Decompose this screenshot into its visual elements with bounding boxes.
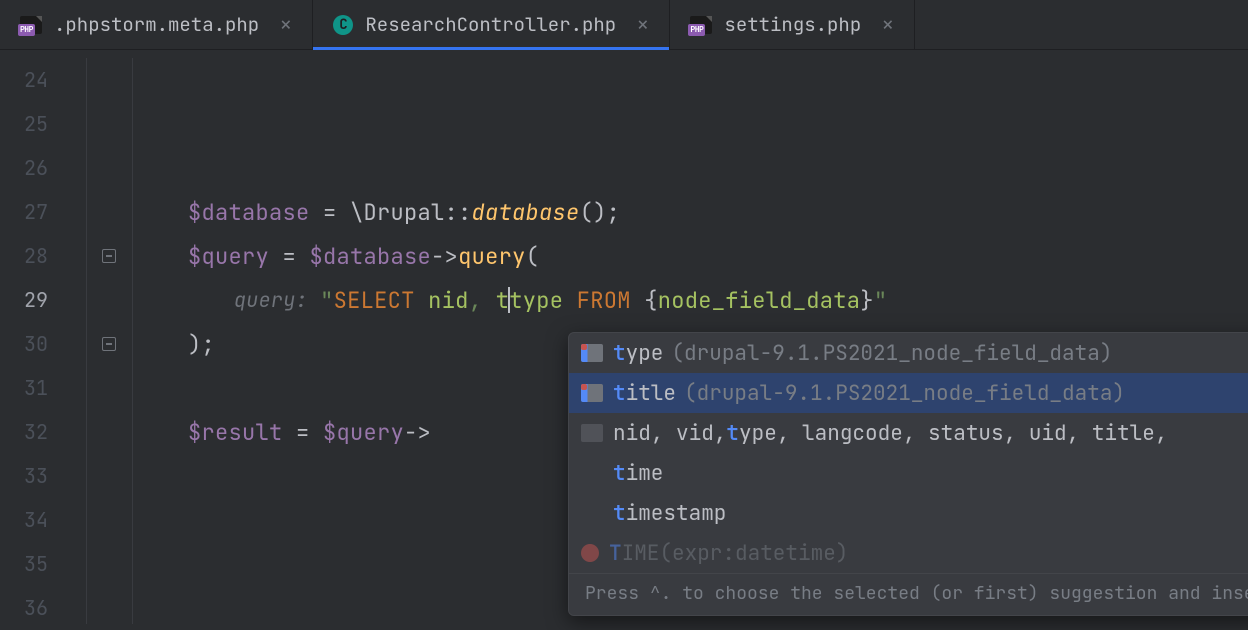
line-number-34[interactable]: 34 — [0, 498, 78, 542]
completion-item-time[interactable]: time — [569, 453, 1248, 493]
line-number-26[interactable]: 26 — [0, 146, 78, 190]
tab-settings[interactable]: settings.php × — [670, 0, 915, 49]
line-number-35[interactable]: 35 — [0, 542, 78, 586]
completion-item-columns[interactable]: nid, vid, type, langcode, status, uid, t… — [569, 413, 1248, 453]
gutter: 24252627282930313233343536 — [0, 50, 78, 624]
editor-tabs: .phpstorm.meta.php × C ResearchControlle… — [0, 0, 1248, 50]
autocomplete-popup: type(drupal-9.1.PS2021_node_field_data) … — [568, 332, 1248, 616]
blank-icon — [581, 504, 603, 522]
tab-label: ResearchController.php — [365, 12, 616, 37]
line-number-33[interactable]: 33 — [0, 454, 78, 498]
line-number-30[interactable]: 30 — [0, 322, 78, 366]
class-file-icon: C — [333, 15, 353, 35]
php-file-icon — [20, 16, 42, 34]
line-number-28[interactable]: 28 — [0, 234, 78, 278]
completion-item-type[interactable]: type(drupal-9.1.PS2021_node_field_data) — [569, 333, 1248, 373]
function-icon — [581, 544, 599, 562]
tab-phpstorm-meta[interactable]: .phpstorm.meta.php × — [0, 0, 313, 49]
code-area[interactable]: $database = \Drupal::database(); $query … — [78, 50, 1248, 624]
completion-item-title[interactable]: title(drupal-9.1.PS2021_node_field_data) — [569, 373, 1248, 413]
code-line-27[interactable]: $database = \Drupal::database(); — [96, 190, 1248, 234]
line-number-24[interactable]: 24 — [0, 58, 78, 102]
blank-icon — [581, 464, 603, 482]
close-icon[interactable]: × — [636, 14, 649, 36]
code-line-24[interactable] — [96, 58, 1248, 102]
code-line-26[interactable] — [96, 146, 1248, 190]
close-icon[interactable]: × — [881, 14, 894, 36]
line-number-29[interactable]: 29 — [0, 278, 78, 322]
line-number-36[interactable]: 36 — [0, 586, 78, 630]
column-icon — [581, 384, 603, 402]
close-icon[interactable]: × — [279, 14, 292, 36]
line-number-31[interactable]: 31 — [0, 366, 78, 410]
tab-research-controller[interactable]: C ResearchController.php × — [313, 0, 670, 49]
completion-item-timestamp[interactable]: timestamp — [569, 493, 1248, 533]
tab-label: settings.php — [724, 12, 861, 37]
column-icon — [581, 424, 603, 442]
column-icon — [581, 344, 603, 362]
code-line-25[interactable] — [96, 102, 1248, 146]
php-file-icon — [690, 16, 712, 34]
completion-item-time-func[interactable]: TIME(expr:datetime) — [569, 533, 1248, 573]
code-line-29[interactable]: query: "SELECT nid, ttype FROM {node_fie… — [96, 278, 1248, 322]
code-line-28[interactable]: $query = $database->query( — [96, 234, 1248, 278]
line-number-32[interactable]: 32 — [0, 410, 78, 454]
popup-hint: Press ^. to choose the selected (or firs… — [569, 573, 1248, 615]
tab-label: .phpstorm.meta.php — [54, 12, 259, 37]
code-editor[interactable]: 24252627282930313233343536 $database = \… — [0, 50, 1248, 624]
line-number-25[interactable]: 25 — [0, 102, 78, 146]
line-number-27[interactable]: 27 — [0, 190, 78, 234]
